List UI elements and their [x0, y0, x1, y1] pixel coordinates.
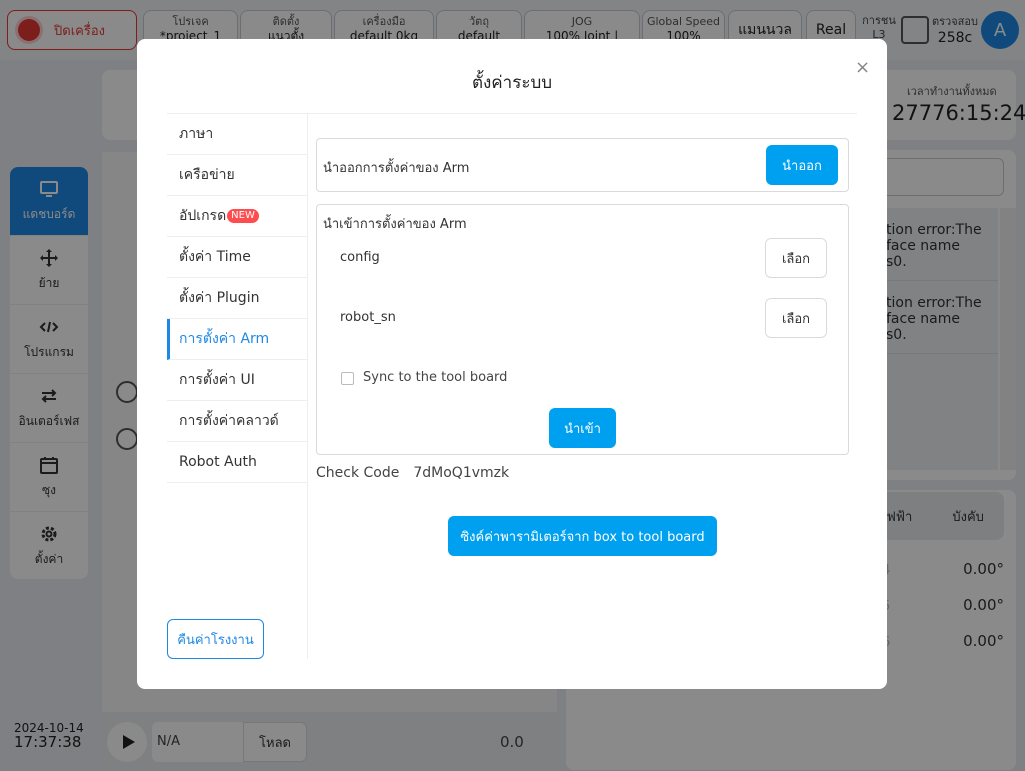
menu-item-label: ตั้งค่า Plugin: [179, 290, 260, 306]
select-robot-sn-button[interactable]: เลือก: [765, 298, 827, 338]
menu-item-network[interactable]: เครือข่าย: [167, 155, 307, 196]
menu-item-label: การตั้งค่า UI: [179, 372, 255, 388]
dialog-title: ตั้งค่าระบบ: [471, 73, 553, 93]
menu-item-label: เครือข่าย: [179, 167, 235, 183]
export-section: นำออกการตั้งค่าของ Arm นำออก: [316, 138, 849, 192]
menu-item-time[interactable]: ตั้งค่า Time: [167, 237, 307, 278]
menu-item-ui[interactable]: การตั้งค่า UI: [167, 360, 307, 401]
menu-item-label: การตั้งค่าคลาวด์: [179, 413, 279, 429]
close-icon[interactable]: ×: [855, 59, 870, 77]
menu-divider: [307, 114, 308, 659]
check-code: Check Code 7dMoQ1vmzk: [316, 465, 509, 481]
menu-item-cloud[interactable]: การตั้งค่าคลาวด์: [167, 401, 307, 442]
select-config-button[interactable]: เลือก: [765, 238, 827, 278]
check-code-value: 7dMoQ1vmzk: [413, 465, 510, 481]
import-label: นำเข้าการตั้งค่าของ Arm: [323, 217, 467, 232]
sync-tool-board-checkbox[interactable]: [341, 372, 354, 385]
import-button[interactable]: นำเข้า: [549, 408, 616, 448]
menu-item-label: Robot Auth: [179, 454, 257, 470]
export-label: นำออกการตั้งค่าของ Arm: [323, 161, 470, 176]
menu-item-upgrade[interactable]: อัปเกรด NEW: [167, 196, 307, 237]
menu-item-label: อัปเกรด: [179, 208, 227, 224]
config-file-label: config: [340, 250, 380, 265]
menu-item-label: ภาษา: [179, 126, 214, 142]
robot-sn-file-label: robot_sn: [340, 310, 396, 325]
menu-item-language[interactable]: ภาษา: [167, 114, 307, 155]
sync-params-button[interactable]: ซิงค์ค่าพารามิเตอร์จาก box to tool board: [448, 516, 717, 556]
export-button[interactable]: นำออก: [766, 145, 838, 185]
import-section: นำเข้าการตั้งค่าของ Arm config เลือก rob…: [316, 204, 849, 455]
menu-item-arm[interactable]: การตั้งค่า Arm: [167, 319, 307, 360]
settings-menu: ภาษา เครือข่าย อัปเกรด NEW ตั้งค่า Time ต…: [167, 114, 307, 483]
new-badge: NEW: [227, 209, 259, 223]
sync-tool-board-label: Sync to the tool board: [363, 370, 508, 385]
settings-dialog: ตั้งค่าระบบ × ภาษา เครือข่าย อัปเกรด NEW …: [137, 39, 887, 689]
menu-item-label: ตั้งค่า Time: [179, 249, 251, 265]
menu-item-robot-auth[interactable]: Robot Auth: [167, 442, 307, 483]
menu-item-plugin[interactable]: ตั้งค่า Plugin: [167, 278, 307, 319]
factory-reset-button[interactable]: คืนค่าโรงงาน: [167, 619, 264, 659]
menu-item-label: การตั้งค่า Arm: [179, 331, 270, 347]
check-code-label: Check Code: [316, 465, 400, 481]
